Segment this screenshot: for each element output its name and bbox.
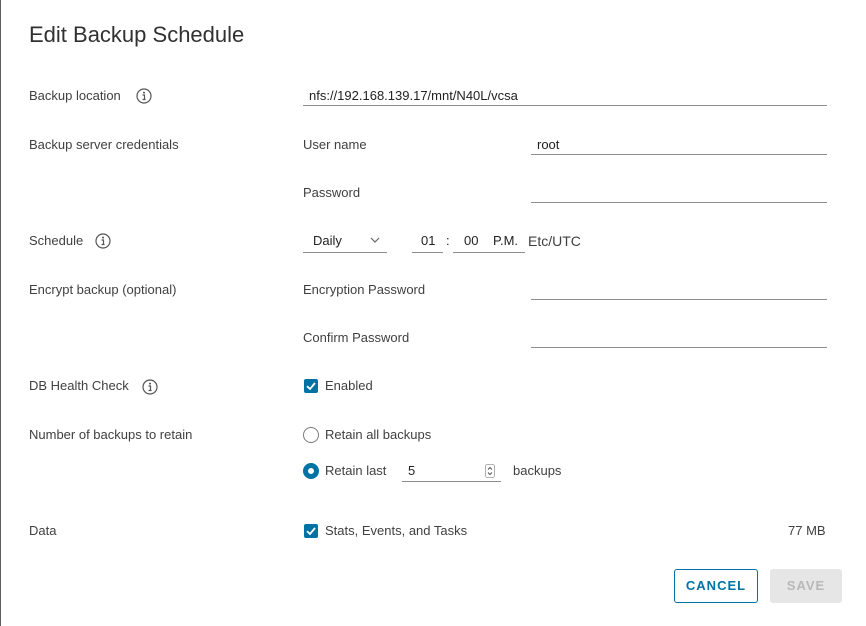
db-health-checkbox[interactable]	[304, 379, 318, 393]
retain-count-input[interactable]: 5	[402, 460, 501, 482]
retain-count-value: 5	[408, 463, 416, 478]
schedule-frequency-value: Daily	[313, 233, 342, 248]
dialog-title: Edit Backup Schedule	[29, 22, 245, 47]
checkmark-icon	[306, 382, 316, 391]
encryption-password-label: Encryption Password	[303, 282, 426, 297]
confirm-password-input[interactable]	[531, 327, 827, 348]
db-health-info-icon[interactable]	[142, 379, 158, 395]
db-health-checkbox-label[interactable]: Enabled	[325, 378, 373, 393]
retain-label: Number of backups to retain	[29, 427, 193, 442]
schedule-hour-value: 01	[421, 233, 436, 248]
retain-last-radio[interactable]	[303, 463, 319, 479]
data-stats-label[interactable]: Stats, Events, and Tasks	[325, 523, 467, 538]
password-label: Password	[303, 185, 361, 200]
retain-all-label[interactable]: Retain all backups	[325, 427, 431, 442]
username-input[interactable]	[531, 134, 827, 155]
schedule-timezone: Etc/UTC	[528, 233, 581, 249]
retain-suffix: backups	[513, 463, 562, 478]
schedule-minute-value: 00	[464, 233, 479, 248]
save-button[interactable]: SAVE	[770, 569, 842, 603]
schedule-hour-input[interactable]: 01	[412, 231, 443, 253]
confirm-password-label: Confirm Password	[303, 330, 410, 345]
data-size: 77 MB	[788, 523, 826, 538]
encryption-password-input[interactable]	[531, 279, 827, 300]
backup-location-label: Backup location	[29, 88, 121, 103]
db-health-label: DB Health Check	[29, 378, 129, 393]
number-spinner-icon[interactable]	[485, 464, 495, 478]
credentials-label: Backup server credentials	[29, 137, 179, 152]
schedule-frequency-select[interactable]: Daily	[303, 231, 387, 253]
schedule-info-icon[interactable]	[95, 233, 111, 249]
checkmark-icon	[306, 527, 316, 536]
retain-last-label[interactable]: Retain last	[325, 463, 386, 478]
encrypt-label: Encrypt backup (optional)	[29, 282, 177, 297]
password-input[interactable]	[531, 182, 827, 203]
schedule-minute-input[interactable]: 00 P.M.	[453, 231, 525, 253]
time-separator: :	[446, 233, 450, 248]
chevron-down-icon	[370, 237, 380, 243]
data-label: Data	[29, 523, 57, 538]
backup-location-info-icon[interactable]	[136, 88, 152, 104]
window-edge	[0, 0, 1, 626]
schedule-label: Schedule	[29, 233, 84, 248]
data-stats-checkbox[interactable]	[304, 524, 318, 538]
username-label: User name	[303, 137, 367, 152]
cancel-button[interactable]: CANCEL	[674, 569, 758, 603]
schedule-ampm-value[interactable]: P.M.	[493, 233, 518, 248]
retain-all-radio[interactable]	[303, 427, 319, 443]
backup-location-input[interactable]	[303, 85, 827, 106]
